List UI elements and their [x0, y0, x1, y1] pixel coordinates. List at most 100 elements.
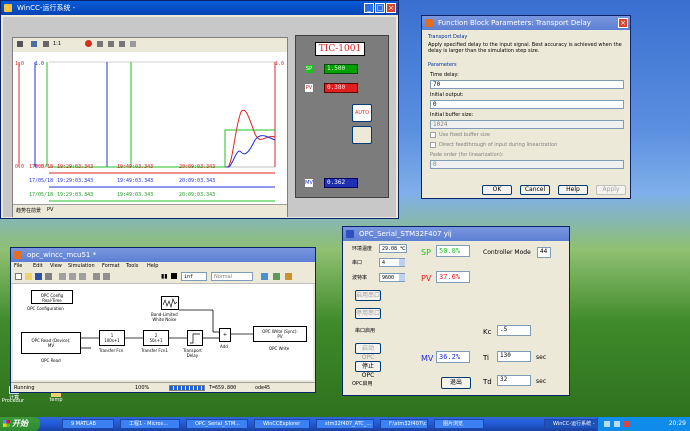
transport-delay-block[interactable]	[187, 330, 203, 346]
library-icon[interactable]	[261, 273, 268, 280]
baud-dropdown-icon[interactable]	[399, 274, 405, 281]
initial-buffer-input[interactable]: 1024	[430, 120, 624, 129]
input-method-icon[interactable]	[624, 421, 630, 427]
mid-axis-top-label: 1.0	[35, 61, 45, 67]
model-explorer-icon[interactable]	[273, 273, 280, 280]
open-port-button[interactable]: 启用串口	[355, 290, 381, 301]
cut-icon[interactable]	[59, 273, 66, 280]
next-icon[interactable]	[119, 41, 125, 47]
start-button[interactable]: 开始	[0, 417, 40, 431]
menu-view[interactable]: View	[50, 262, 62, 271]
stop-icon[interactable]	[171, 273, 177, 279]
task-image-viewer[interactable]: 图片浏览	[434, 419, 484, 429]
task-matlab[interactable]: 9 MATLAB	[62, 419, 114, 429]
paste-icon[interactable]	[79, 273, 86, 280]
task-stm32-folder[interactable]: F:\stm32f407\c...	[380, 419, 428, 429]
mv-display: 36.2%	[436, 351, 470, 363]
debug-icon[interactable]	[285, 273, 292, 280]
controller-mode-input[interactable]: 44	[537, 247, 551, 258]
page-counter: 1:1	[53, 41, 62, 47]
new-icon[interactable]	[15, 273, 22, 280]
ti-unit: sec	[536, 354, 547, 361]
menu-simulation[interactable]: Simulation	[68, 262, 95, 271]
task-opc-serial[interactable]: OPC_Serial_STM...	[186, 419, 248, 429]
pade-order-input[interactable]: 0	[430, 160, 624, 169]
time-row-3-t1: 19:29:03.343	[57, 192, 94, 198]
auto-mode-button[interactable]: AUTO	[352, 104, 372, 122]
initial-buffer-label: Initial buffer size:	[430, 112, 474, 118]
prev-icon[interactable]	[108, 41, 114, 47]
save-icon[interactable]	[35, 273, 42, 280]
task-word[interactable]: 工程1 - Micros...	[120, 419, 180, 429]
maximize-button[interactable]: □	[375, 3, 385, 13]
network-icon[interactable]	[604, 421, 610, 427]
kc-input[interactable]: .5	[497, 325, 531, 336]
config-icon[interactable]	[31, 41, 37, 47]
sim-mode-select[interactable]: Normal	[211, 272, 253, 281]
simulink-model-window: opc_wincc_mcu51 * File Edit View Simulat…	[10, 247, 316, 393]
time-delay-input[interactable]: 70	[430, 80, 624, 89]
stop-opc-button[interactable]: 停止OPC	[355, 361, 381, 379]
help-icon[interactable]	[17, 41, 23, 47]
manual-mode-button[interactable]	[352, 126, 372, 144]
td-unit: sec	[536, 378, 547, 385]
initial-output-input[interactable]: 0	[430, 100, 624, 109]
port-dropdown-icon[interactable]	[399, 259, 405, 266]
stop-port-button[interactable]: 停用串口	[355, 308, 381, 319]
help-button[interactable]: Help	[558, 185, 588, 195]
menu-file[interactable]: File	[14, 262, 22, 271]
task-wincc-explorer[interactable]: WinCCExplorer	[254, 419, 310, 429]
apply-button[interactable]: Apply	[596, 185, 626, 195]
volume-icon[interactable]	[614, 421, 620, 427]
direct-feedthrough-checkbox[interactable]	[430, 142, 436, 148]
opc-app-icon	[346, 230, 354, 238]
copy-icon[interactable]	[69, 273, 76, 280]
desktop-icon-procedure[interactable]: Procedur	[0, 398, 26, 404]
ti-label: Ti	[483, 354, 490, 362]
left-axis-bottom-label: 0.0	[15, 164, 25, 170]
stop-icon[interactable]	[85, 40, 92, 47]
close-button[interactable]: ×	[386, 3, 396, 13]
stop-time-input[interactable]: inf	[181, 272, 207, 281]
mv-label: MV	[421, 354, 434, 363]
ruler-icon[interactable]	[43, 41, 49, 47]
add-block[interactable]: +	[219, 328, 231, 342]
fbp-parameters-label: Parameters	[428, 62, 457, 68]
exit-button[interactable]: 退出	[441, 377, 471, 389]
cancel-button[interactable]: Cancel	[520, 185, 550, 195]
sp-display: 1.500	[324, 64, 358, 74]
start-opc-button[interactable]: 启动OPC	[355, 343, 381, 361]
td-input[interactable]: 32	[497, 375, 531, 386]
simulink-app-icon	[14, 251, 22, 259]
opc-read-block[interactable]: OPC Read (Device): MV	[21, 332, 81, 354]
menu-help[interactable]: Help	[147, 262, 158, 271]
print-icon[interactable]	[45, 273, 52, 280]
transfer-fcn-block[interactable]: 1 100s+1	[99, 330, 125, 346]
first-icon[interactable]	[97, 41, 103, 47]
opc-config-block[interactable]: OPC Config Real-Time	[31, 290, 73, 304]
menu-edit[interactable]: Edit	[33, 262, 43, 271]
transfer-fcn1-block[interactable]: 2 50s+1	[143, 330, 169, 346]
minimize-button[interactable]: _	[364, 3, 374, 13]
simulink-menubar: File Edit View Simulation Format Tools H…	[11, 262, 315, 271]
ok-button[interactable]: OK	[482, 185, 512, 195]
start-label: 开始	[12, 419, 28, 428]
task-stm32-atc[interactable]: stm32f407_ATC_...	[316, 419, 374, 429]
redo-icon[interactable]	[103, 273, 110, 280]
baud-label: 波特率	[352, 275, 368, 281]
pause-icon[interactable]: ▮▮	[161, 273, 168, 280]
ti-input[interactable]: 130	[497, 351, 531, 362]
task-wincc-runtime[interactable]: WinCC-运行系统 -	[544, 419, 598, 429]
opc-write-block[interactable]: OPC Write (Sync): PV	[253, 326, 307, 342]
menu-format[interactable]: Format	[102, 262, 120, 271]
fbp-close-button[interactable]: ×	[618, 18, 628, 28]
simulink-statusbar: Running 100% T=659.800 ode45	[11, 382, 315, 393]
open-icon[interactable]	[25, 273, 32, 280]
time-row-2-date: 17/05/18	[29, 178, 54, 184]
sim-solver: ode45	[255, 385, 271, 391]
menu-tools[interactable]: Tools	[126, 262, 138, 271]
zoom-icon[interactable]	[130, 41, 136, 47]
fixed-buffer-checkbox[interactable]	[430, 132, 436, 138]
undo-icon[interactable]	[93, 273, 100, 280]
band-limited-noise-block[interactable]	[161, 296, 179, 310]
